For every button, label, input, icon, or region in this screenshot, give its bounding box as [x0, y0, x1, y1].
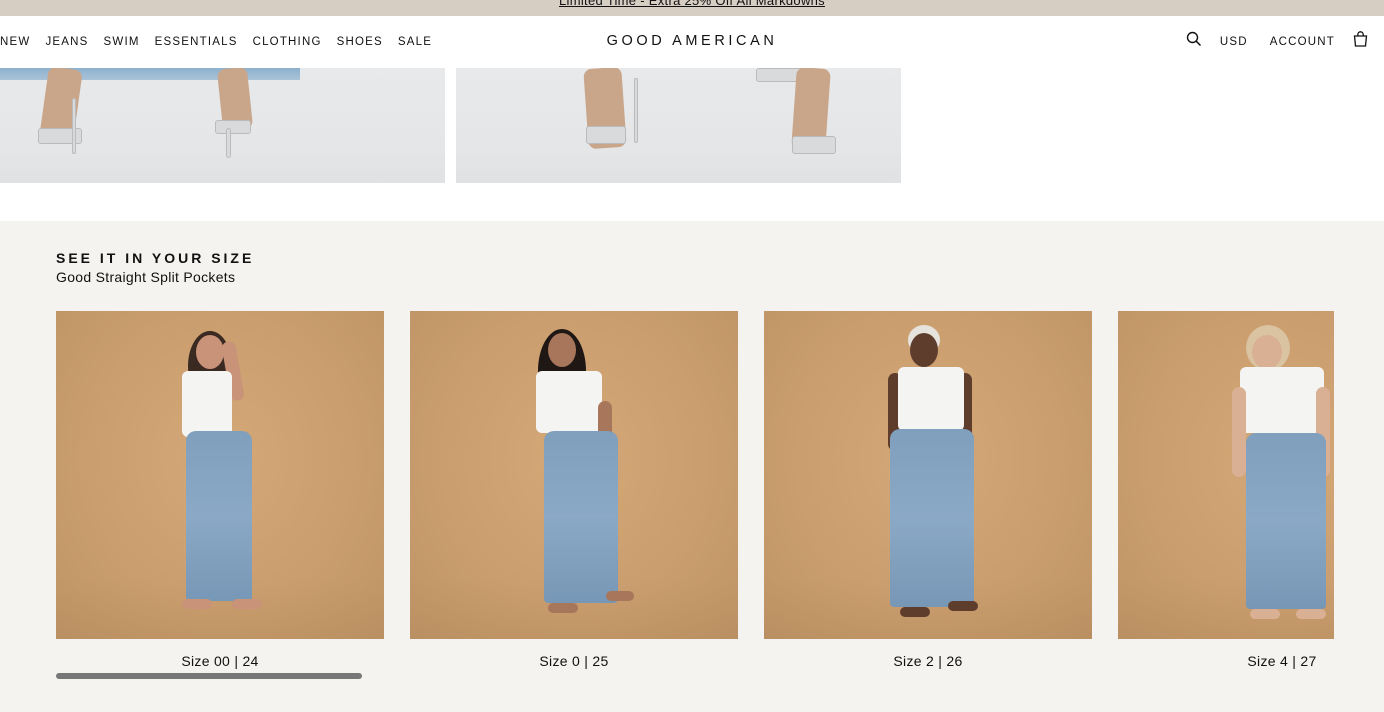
nav-item-sale[interactable]: SALE [398, 36, 432, 48]
model-photo[interactable] [56, 311, 384, 639]
size-slide[interactable]: Size 2 | 26 [764, 311, 1092, 669]
nav-item-swim[interactable]: SWIM [104, 36, 140, 48]
search-icon[interactable] [1186, 31, 1202, 47]
announcement-bar: Limited Time - Extra 25% Off All Markdow… [0, 0, 1384, 16]
size-caption: Size 2 | 26 [893, 653, 963, 669]
header-utilities: USD ACCOUNT [1186, 16, 1368, 68]
announcement-link[interactable]: Limited Time - Extra 25% Off All Markdow… [0, 0, 1384, 8]
size-slide[interactable]: Size 4 | 27 [1118, 311, 1334, 669]
size-slide[interactable]: Size 00 | 24 [56, 311, 384, 669]
main-nav: NEW JEANS SWIM ESSENTIALS CLOTHING SHOES… [0, 16, 447, 68]
size-caption: Size 00 | 24 [181, 653, 259, 669]
size-caption: Size 4 | 27 [1247, 653, 1317, 669]
shopping-bag-icon[interactable] [1353, 31, 1368, 47]
section-subtitle: Good Straight Split Pockets [56, 269, 236, 285]
nav-item-new[interactable]: NEW [0, 36, 30, 48]
product-image-shoes-2[interactable] [456, 68, 901, 183]
nav-item-jeans[interactable]: JEANS [45, 36, 88, 48]
size-carousel[interactable]: Size 00 | 24 Size 0 | 25 Size 2 | 26 Siz… [56, 311, 1334, 691]
account-link[interactable]: ACCOUNT [1270, 36, 1335, 48]
nav-item-shoes[interactable]: SHOES [337, 36, 383, 48]
section-title: SEE IT IN YOUR SIZE [56, 250, 255, 266]
currency-selector[interactable]: USD [1220, 36, 1248, 48]
see-it-in-your-size-section: SEE IT IN YOUR SIZE Good Straight Split … [0, 221, 1384, 712]
nav-item-clothing[interactable]: CLOTHING [253, 36, 322, 48]
model-photo[interactable] [410, 311, 738, 639]
size-caption: Size 0 | 25 [539, 653, 609, 669]
site-header: NEW JEANS SWIM ESSENTIALS CLOTHING SHOES… [0, 16, 1384, 68]
model-photo[interactable] [764, 311, 1092, 639]
carousel-scrollbar[interactable] [56, 673, 362, 679]
model-photo[interactable] [1118, 311, 1334, 639]
size-slide[interactable]: Size 0 | 25 [410, 311, 738, 669]
nav-item-essentials[interactable]: ESSENTIALS [155, 36, 238, 48]
product-image-shoes-1[interactable] [0, 68, 445, 183]
